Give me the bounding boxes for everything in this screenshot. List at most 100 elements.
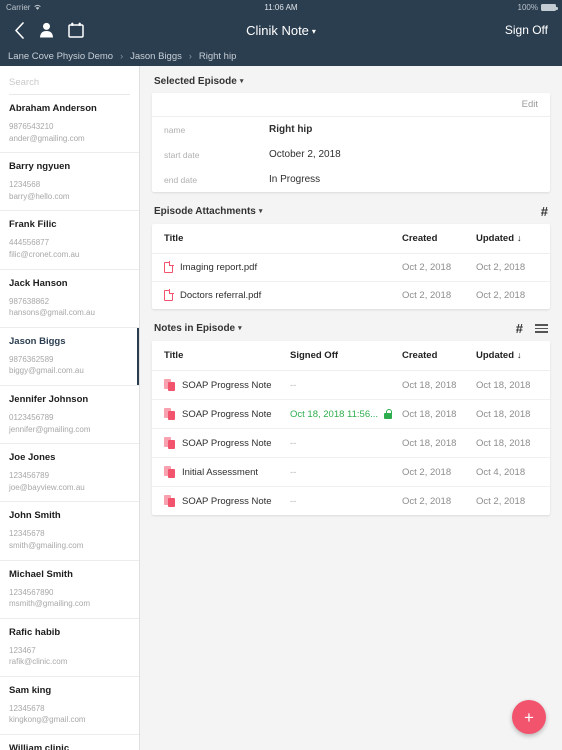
patient-email: kingkong@gmail.com <box>9 715 86 725</box>
patient-list-item[interactable]: Frank Filic 444556877 filic@cronet.com.au <box>0 211 139 270</box>
table-row[interactable]: Imaging report.pdf Oct 2, 2018 Oct 2, 2018 <box>152 253 550 282</box>
note-created: Oct 18, 2018 <box>402 370 476 400</box>
note-title-cell[interactable]: SOAP Progress Note <box>152 428 290 458</box>
episode-attachments-title[interactable]: Episode Attachments ▾ <box>154 206 262 217</box>
episode-field-label: end date <box>164 174 198 185</box>
note-title: Initial Assessment <box>182 466 259 478</box>
search-input[interactable] <box>9 75 130 95</box>
selected-episode-title[interactable]: Selected Episode ▾ <box>154 76 243 87</box>
column-header-created[interactable]: Created <box>402 224 476 254</box>
attachment-title-cell[interactable]: Imaging report.pdf <box>152 253 402 282</box>
selected-episode-title-text: Selected Episode <box>154 76 237 87</box>
selected-episode-header: Selected Episode ▾ <box>152 76 550 87</box>
patient-list: Abraham Anderson 9876543210 ander@gmailing… <box>0 95 139 750</box>
signed-off-empty: -- <box>290 379 297 391</box>
column-header-title[interactable]: Title <box>152 224 402 254</box>
table-row[interactable]: SOAP Progress Note Oct 18, 2018 11:56... O… <box>152 399 550 429</box>
note-created: Oct 18, 2018 <box>402 428 476 458</box>
patient-list-item[interactable]: Jennifer Johnson 0123456789 jennifer@gmail… <box>0 386 139 445</box>
note-title: SOAP Progress Note <box>182 379 272 391</box>
column-header-signed-off[interactable]: Signed Off <box>290 341 402 371</box>
attachment-title-cell[interactable]: Doctors referral.pdf <box>152 282 402 310</box>
note-doc-icon <box>164 495 175 507</box>
patient-list-item[interactable]: Jason Biggs 9876362589 biggy@gmail.com.au <box>0 327 139 386</box>
status-bar: Carrier 11:06 AM 100% <box>0 0 562 14</box>
table-row[interactable]: Initial Assessment -- Oct 2, 2018 Oct 4, 20… <box>152 457 550 487</box>
note-title-cell[interactable]: Initial Assessment <box>152 457 290 487</box>
table-header-row: Title Signed Off Created Updated ↓ <box>152 341 550 371</box>
column-header-created[interactable]: Created <box>402 341 476 371</box>
edit-button[interactable]: Edit <box>522 99 538 110</box>
patient-email: joe@bayview.com.au <box>9 482 85 492</box>
chevron-left-icon[interactable] <box>14 21 25 39</box>
patient-name: Barry ngyuen <box>9 161 71 173</box>
attachment-created: Oct 2, 2018 <box>402 290 452 301</box>
breadcrumb-item-patient[interactable]: Jason Biggs <box>130 51 182 62</box>
patient-phone: 987638862 <box>9 296 50 306</box>
patient-name: Sam king <box>9 684 52 696</box>
person-icon[interactable] <box>39 22 54 38</box>
patient-phone: 1234567890 <box>9 587 54 597</box>
breadcrumb-item-episode[interactable]: Right hip <box>199 51 237 62</box>
table-row[interactable]: SOAP Progress Note -- Oct 18, 2018 Oct 18, … <box>152 428 550 458</box>
battery-percent-label: 100% <box>517 2 538 12</box>
notes-in-episode-title-text: Notes in Episode <box>154 323 236 334</box>
patient-phone: 123467 <box>9 645 36 655</box>
episode-attachments-card: Title Created Updated ↓ Imaging report.pd… <box>152 224 550 309</box>
patient-list-item[interactable]: Rafic habib 123467 rafik@clinic.com <box>0 619 139 677</box>
patient-email: smith@gmailing.com <box>9 540 84 550</box>
patient-email: jennifer@gmailing.com <box>9 424 91 434</box>
note-title-cell[interactable]: SOAP Progress Note <box>152 487 290 516</box>
note-title-cell[interactable]: SOAP Progress Note <box>152 370 290 400</box>
notes-in-episode-title[interactable]: Notes in Episode ▾ <box>154 323 242 334</box>
hash-icon[interactable]: # <box>541 205 548 218</box>
table-row[interactable]: SOAP Progress Note -- Oct 2, 2018 Oct 2, 20… <box>152 487 550 516</box>
patient-list-item[interactable]: Abraham Anderson 9876543210 ander@gmailing… <box>0 95 139 154</box>
signed-off-empty: -- <box>290 466 297 478</box>
note-created: Oct 2, 2018 <box>402 457 476 487</box>
chevron-down-icon: ▾ <box>258 208 263 216</box>
column-header-updated[interactable]: Updated ↓ <box>476 341 550 371</box>
calendar-icon[interactable] <box>68 22 84 38</box>
add-button-fab[interactable]: + <box>512 700 546 734</box>
episode-field-label: name <box>164 124 186 135</box>
top-navigation-bar: Clinik Note ▾ Sign Off <box>0 14 562 46</box>
note-title-cell[interactable]: SOAP Progress Note <box>152 399 290 429</box>
patient-name: John Smith <box>9 510 61 522</box>
list-menu-icon[interactable] <box>535 324 548 333</box>
breadcrumb-item-clinic[interactable]: Lane Cove Physio Demo <box>8 51 113 62</box>
app-title[interactable]: Clinik Note ▾ <box>0 23 562 38</box>
column-header-title[interactable]: Title <box>152 341 290 371</box>
pdf-file-icon <box>164 262 173 273</box>
patient-phone: 123456789 <box>9 471 50 481</box>
table-header-row: Title Created Updated ↓ <box>152 224 550 254</box>
patient-name: Rafic habib <box>9 626 61 638</box>
episode-field-label: start date <box>164 149 200 160</box>
patient-list-item[interactable]: Jack Hanson 987638862 hansons@gmail.com.au <box>0 270 139 328</box>
table-row[interactable]: Doctors referral.pdf Oct 2, 2018 Oct 2, 20… <box>152 282 550 310</box>
patient-phone: 0123456789 <box>9 412 54 422</box>
patient-list-item[interactable]: Barry ngyuen 1234568 barry@hello.com <box>0 153 139 212</box>
patient-phone: 444556877 <box>9 238 50 248</box>
column-header-updated[interactable]: Updated ↓ <box>476 224 550 254</box>
table-row[interactable]: SOAP Progress Note -- Oct 18, 2018 Oct 18, … <box>152 370 550 400</box>
signed-off-empty: -- <box>290 495 297 507</box>
episode-attachments-table: Title Created Updated ↓ Imaging report.pd… <box>152 224 550 309</box>
note-updated: Oct 4, 2018 <box>476 457 550 487</box>
patient-email: msmith@gmailing.com <box>9 599 91 609</box>
breadcrumb-separator-icon: › <box>188 51 192 61</box>
note-updated: Oct 2, 2018 <box>476 495 526 507</box>
patient-list-item[interactable]: William clinic1246)'$pas@jakouibjd.com <box>0 735 139 750</box>
patient-list-item[interactable]: Sam king 12345678 kingkong@gmail.com <box>0 677 139 736</box>
chevron-down-icon: ▾ <box>238 325 242 333</box>
sign-off-button[interactable]: Sign Off <box>505 23 548 37</box>
patient-list-item[interactable]: Michael Smith 1234567890 msmith@gmailing.c… <box>0 561 139 619</box>
hash-icon[interactable]: # <box>516 322 523 335</box>
episode-field-row: end date In Progress <box>152 167 550 192</box>
lock-icon <box>384 409 393 419</box>
patient-list-item[interactable]: John Smith 12345678 smith@gmailing.com <box>0 502 139 561</box>
patient-list-sidebar[interactable]: Abraham Anderson 9876543210 ander@gmailing… <box>0 66 140 750</box>
note-updated: Oct 18, 2018 <box>476 428 550 458</box>
note-created: Oct 2, 2018 <box>402 495 452 507</box>
patient-list-item[interactable]: Joe Jones 123456789 joe@bayview.com.au <box>0 444 139 503</box>
